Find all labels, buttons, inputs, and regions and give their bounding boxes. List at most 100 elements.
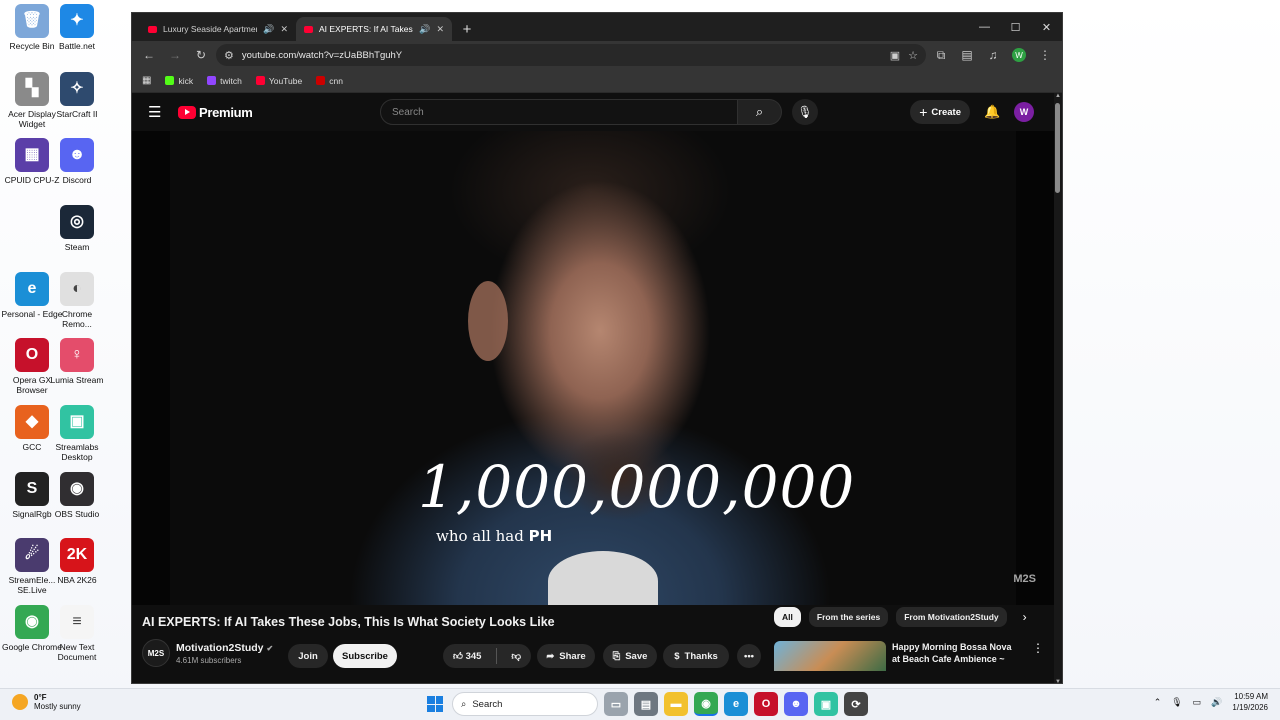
address-bar[interactable]: ⚙ youtube.com/watch?v=zUaBBhTguhY ▣ ☆ [216, 44, 926, 66]
tab-title: Luxury Seaside Apartment [163, 24, 258, 34]
desktop-icon-battlenet[interactable]: ✦ Battle.net [46, 4, 108, 51]
weather-widget[interactable]: 0°F Mostly sunny [12, 693, 81, 711]
apps-grid-icon[interactable]: ▦ [142, 75, 151, 86]
bookmark-star-icon[interactable]: ☆ [908, 49, 918, 62]
share-button[interactable]: ➦ Share [537, 644, 595, 668]
desktop-icon-label: New Text Document [57, 642, 97, 662]
clock[interactable]: 10:59 AM 1/19/2026 [1232, 691, 1268, 713]
opera-gx-icon[interactable]: O [754, 692, 778, 716]
youtube-play-icon [178, 105, 196, 119]
subscribe-button[interactable]: Subscribe [333, 644, 397, 668]
desktop-icon-chrome-remote[interactable]: ◐ Chrome Remo... [46, 272, 108, 329]
desktop-icon-streamlabs[interactable]: ▣ Streamlabs Desktop [46, 405, 108, 462]
speaker-icon[interactable]: 🔊 [263, 24, 274, 35]
scroll-up-icon[interactable]: ▲ [1054, 93, 1062, 99]
streamlabs-icon[interactable]: ▣ [814, 692, 838, 716]
network-icon[interactable]: ▭ [1193, 697, 1202, 708]
bookmark-kick[interactable]: kick [165, 76, 193, 86]
page-scrollbar[interactable]: ▲ ▼ [1054, 93, 1062, 683]
chrome-icon[interactable]: ◉ [694, 692, 718, 716]
bookmark-label: twitch [220, 75, 242, 86]
window-controls: — ☐ ✕ [969, 13, 1062, 41]
video-frame[interactable]: 1,000,000,000 who all had PH [170, 131, 1016, 605]
channel-name[interactable]: Motivation2Study [176, 642, 264, 654]
join-button[interactable]: Join [288, 644, 328, 668]
tab-close-icon[interactable]: ✕ [280, 24, 288, 35]
discord-icon[interactable]: ☻ [784, 692, 808, 716]
chevron-up-icon[interactable]: ⌃ [1154, 697, 1162, 708]
youtube-page: ☰ Premium Search ⌕ 🎙 + Create 🔔 W 1,000,… [132, 93, 1062, 683]
tab-ai-experts[interactable]: AI EXPERTS: If AI Takes The 🔊 ✕ [296, 17, 452, 41]
video-player[interactable]: 1,000,000,000 who all had PH M2S [132, 131, 1054, 605]
thanks-button[interactable]: $ Thanks [663, 644, 729, 668]
bookmark-twitch[interactable]: twitch [207, 76, 242, 86]
media-controls-icon[interactable]: ♫ [982, 44, 1004, 66]
create-button[interactable]: + Create [910, 100, 970, 124]
profile-button[interactable]: W [1008, 44, 1030, 66]
maximize-button[interactable]: ☐ [1000, 13, 1031, 41]
bookmark-cnn[interactable]: cnn [316, 76, 343, 86]
windows-taskbar: 0°F Mostly sunny ⌕ Search ▭ ▤ ▬ ◉ e O ☻ ▣… [0, 688, 1280, 720]
edge-icon[interactable]: e [724, 692, 748, 716]
chevron-right-icon[interactable]: › [1015, 607, 1035, 627]
recommended-title[interactable]: Happy Morning Bossa Nova at Beach Cafe A… [892, 641, 1022, 671]
signalrgb-icon[interactable]: ⟳ [844, 692, 868, 716]
new-tab-button[interactable]: + [456, 18, 478, 40]
forward-button[interactable]: → [164, 44, 186, 66]
side-panel-icon[interactable]: ▤ [956, 44, 978, 66]
like-button[interactable]: 👍︎ 345 [453, 650, 481, 662]
share-label: Share [559, 650, 586, 662]
recommended-video[interactable]: Happy Morning Bossa Nova at Beach Cafe A… [774, 641, 1044, 671]
tab-luxury-seaside[interactable]: Luxury Seaside Apartment 🔊 ✕ [140, 17, 296, 41]
chip-from-channel[interactable]: From Motivation2Study [896, 607, 1007, 627]
channel-avatar[interactable]: M2S [142, 639, 170, 667]
reload-button[interactable]: ↻ [190, 44, 212, 66]
site-info-icon[interactable]: ⚙ [224, 49, 234, 62]
search-button[interactable]: ⌕ [738, 99, 782, 125]
caption-text: who all had [436, 527, 524, 545]
speaker-icon[interactable]: 🔊 [419, 24, 430, 35]
desktop-icon-obs[interactable]: ◉ OBS Studio [46, 472, 108, 519]
microphone-icon[interactable]: 🎙 [1171, 697, 1182, 708]
like-count: 345 [465, 651, 482, 662]
volume-icon[interactable]: 🔊 [1211, 697, 1222, 708]
file-explorer-icon[interactable]: ▬ [664, 692, 688, 716]
desktop-icon-text-document[interactable]: ≡ New Text Document [46, 605, 108, 662]
desktop-icon-steam[interactable]: ◎ Steam [46, 205, 108, 252]
desktop-icon-starcraft[interactable]: ✧ StarCraft II [46, 72, 108, 119]
desktop-icon-discord[interactable]: ☻ Discord [46, 138, 108, 185]
tab-close-icon[interactable]: ✕ [436, 24, 444, 35]
desktop-icon-nba2k[interactable]: 2K NBA 2K26 [46, 538, 108, 585]
browser-menu-icon[interactable]: ⋮ [1034, 44, 1056, 66]
save-button[interactable]: ⎘ Save [603, 644, 657, 668]
start-button[interactable] [424, 693, 446, 715]
dislike-button[interactable]: 👎︎ [511, 650, 521, 662]
bookmark-youtube[interactable]: YouTube [255, 76, 302, 86]
minimize-button[interactable]: — [969, 13, 1000, 41]
youtube-logo[interactable]: Premium [178, 105, 253, 120]
extensions-icon[interactable]: ⧉ [930, 44, 952, 66]
channel-watermark[interactable]: M2S [1013, 573, 1036, 585]
cast-icon[interactable]: ▣ [890, 49, 900, 62]
recommended-thumbnail[interactable] [774, 641, 886, 671]
widgets-icon[interactable]: ▤ [634, 692, 658, 716]
desktop-icon-lumia[interactable]: ♀ Lumia Stream [46, 338, 108, 385]
close-window-button[interactable]: ✕ [1031, 13, 1062, 41]
scroll-down-icon[interactable]: ▼ [1054, 679, 1062, 683]
scrollbar-thumb[interactable] [1055, 103, 1060, 193]
desktop-icon-label: Battle.net [59, 41, 95, 51]
chip-all[interactable]: All [774, 607, 801, 627]
taskbar-search[interactable]: ⌕ Search [452, 692, 598, 716]
more-actions-button[interactable]: ••• [737, 644, 761, 668]
notifications-bell-icon[interactable]: 🔔 [984, 104, 1000, 120]
menu-icon[interactable]: ☰ [148, 103, 162, 121]
account-avatar[interactable]: W [1014, 102, 1034, 122]
kebab-menu-icon[interactable]: ⋮ [1032, 641, 1044, 671]
back-button[interactable]: ← [138, 44, 160, 66]
plus-icon: + [919, 104, 928, 120]
task-view-icon[interactable]: ▭ [604, 692, 628, 716]
voice-search-button[interactable]: 🎙 [792, 99, 818, 125]
chip-from-series[interactable]: From the series [808, 607, 889, 627]
search-input[interactable]: Search [380, 99, 738, 125]
thumbs-down-icon: 👎︎ [511, 651, 521, 662]
